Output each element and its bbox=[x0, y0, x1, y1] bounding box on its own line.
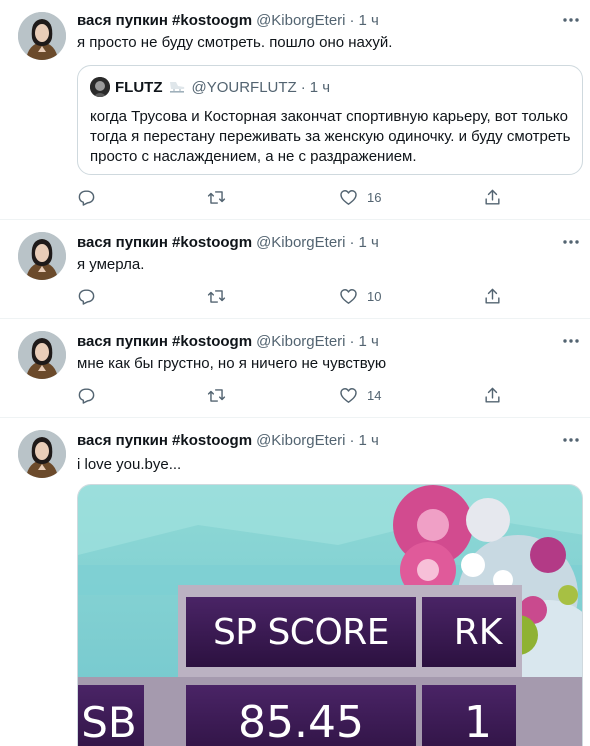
separator-dot: · bbox=[349, 233, 355, 251]
heart-icon bbox=[340, 189, 357, 205]
share-button[interactable] bbox=[483, 286, 502, 306]
upload-arrow-icon bbox=[485, 387, 500, 403]
rank-value: 1 bbox=[464, 697, 492, 746]
reply-button[interactable] bbox=[77, 286, 96, 306]
avatar[interactable] bbox=[18, 331, 66, 379]
speech-bubble-icon bbox=[78, 288, 95, 305]
tweet-2[interactable]: вася пупкин #kostoogm @KiborgEteri · 1 ч… bbox=[0, 220, 590, 319]
speech-bubble-icon bbox=[78, 387, 95, 404]
upload-arrow-icon bbox=[485, 189, 500, 205]
tweet-text: мне как бы грустно, но я ничего не чувст… bbox=[77, 355, 387, 372]
skate-emoji-icon bbox=[167, 80, 187, 94]
separator-dot: · bbox=[349, 332, 355, 350]
quoted-avatar bbox=[90, 77, 110, 97]
author-handle[interactable]: @KiborgEteri bbox=[256, 333, 345, 350]
separator-dot: · bbox=[349, 431, 355, 449]
separator-dot: · bbox=[300, 78, 306, 96]
share-button[interactable] bbox=[483, 385, 502, 405]
heart-icon bbox=[340, 288, 357, 304]
quoted-author-name: FLUTZ bbox=[115, 78, 163, 96]
heart-icon bbox=[340, 387, 357, 403]
quoted-tweet-header: FLUTZ @YOURFLUTZ · 1 ч bbox=[90, 77, 330, 97]
tweet-header: вася пупкин #kostoogm @KiborgEteri · 1 ч bbox=[77, 232, 379, 252]
ellipsis-icon bbox=[563, 438, 579, 442]
quoted-tweet[interactable]: FLUTZ @YOURFLUTZ · 1 ч когда Трусова и К… bbox=[77, 65, 583, 175]
ellipsis-icon bbox=[563, 240, 579, 244]
tweet-actions: 10 bbox=[77, 286, 507, 306]
retweet-button[interactable] bbox=[206, 385, 227, 405]
skater-code: SB bbox=[81, 698, 137, 746]
tweet-text: i love you.bye... bbox=[77, 456, 182, 473]
more-options-button[interactable] bbox=[562, 331, 580, 351]
timestamp[interactable]: 1 ч bbox=[359, 432, 379, 449]
tweet-header: вася пупкин #kostoogm @KiborgEteri · 1 ч bbox=[77, 430, 379, 450]
author-name[interactable]: вася пупкин #kostoogm bbox=[77, 12, 252, 29]
retweet-arrows-icon bbox=[207, 190, 226, 204]
tweet-actions: 14 bbox=[77, 385, 507, 405]
like-count: 16 bbox=[367, 189, 382, 205]
timestamp[interactable]: 1 ч bbox=[359, 333, 379, 350]
like-count: 14 bbox=[367, 387, 382, 403]
score-label: SP SCORE bbox=[212, 612, 390, 653]
author-name[interactable]: вася пупкин #kostoogm bbox=[77, 432, 252, 449]
quoted-timestamp: 1 ч bbox=[309, 78, 331, 96]
like-button[interactable]: 10 bbox=[339, 286, 381, 306]
like-button[interactable]: 14 bbox=[339, 385, 381, 405]
tweet-header: вася пупкин #kostoogm @KiborgEteri · 1 ч bbox=[77, 10, 379, 30]
ellipsis-icon bbox=[563, 339, 579, 343]
share-button[interactable] bbox=[483, 187, 502, 207]
timestamp[interactable]: 1 ч bbox=[359, 234, 379, 251]
tweet-actions: 16 bbox=[77, 187, 507, 207]
avatar[interactable] bbox=[18, 232, 66, 280]
author-name[interactable]: вася пупкин #kostoogm bbox=[77, 234, 252, 251]
retweet-button[interactable] bbox=[206, 187, 227, 207]
reply-button[interactable] bbox=[77, 187, 96, 207]
rank-label: RK bbox=[453, 612, 503, 653]
retweet-arrows-icon bbox=[207, 388, 226, 402]
more-options-button[interactable] bbox=[562, 430, 580, 450]
avatar[interactable] bbox=[18, 430, 66, 478]
like-count: 10 bbox=[367, 288, 382, 304]
tweet-header: вася пупкин #kostoogm @KiborgEteri · 1 ч bbox=[77, 331, 379, 351]
tweet-3[interactable]: вася пупкин #kostoogm @KiborgEteri · 1 ч… bbox=[0, 319, 590, 418]
score-value: 85.45 bbox=[238, 697, 364, 746]
quoted-author-handle: @YOURFLUTZ bbox=[191, 78, 297, 96]
ellipsis-icon bbox=[563, 18, 579, 22]
retweet-button[interactable] bbox=[206, 286, 227, 306]
timestamp[interactable]: 1 ч bbox=[359, 12, 379, 29]
quoted-tweet-text: когда Трусова и Косторная закончат спорт… bbox=[90, 108, 571, 165]
upload-arrow-icon bbox=[485, 288, 500, 304]
speech-bubble-icon bbox=[78, 189, 95, 206]
author-name[interactable]: вася пупкин #kostoogm bbox=[77, 333, 252, 350]
like-button[interactable]: 16 bbox=[339, 187, 381, 207]
retweet-arrows-icon bbox=[207, 289, 226, 303]
more-options-button[interactable] bbox=[562, 10, 580, 30]
more-options-button[interactable] bbox=[562, 232, 580, 252]
avatar[interactable] bbox=[18, 12, 66, 60]
author-handle[interactable]: @KiborgEteri bbox=[256, 432, 345, 449]
tweet-text: я просто не буду смотреть. пошло оно нах… bbox=[77, 34, 393, 51]
reply-button[interactable] bbox=[77, 385, 96, 405]
tweet-1[interactable]: вася пупкин #kostoogm @KiborgEteri · 1 ч… bbox=[0, 0, 590, 220]
tweet-text: я умерла. bbox=[77, 256, 145, 273]
author-handle[interactable]: @KiborgEteri bbox=[256, 234, 345, 251]
separator-dot: · bbox=[349, 11, 355, 29]
tweet-media-image[interactable]: SP SCORE RK SB 85.45 1 bbox=[77, 484, 583, 746]
author-handle[interactable]: @KiborgEteri bbox=[256, 12, 345, 29]
